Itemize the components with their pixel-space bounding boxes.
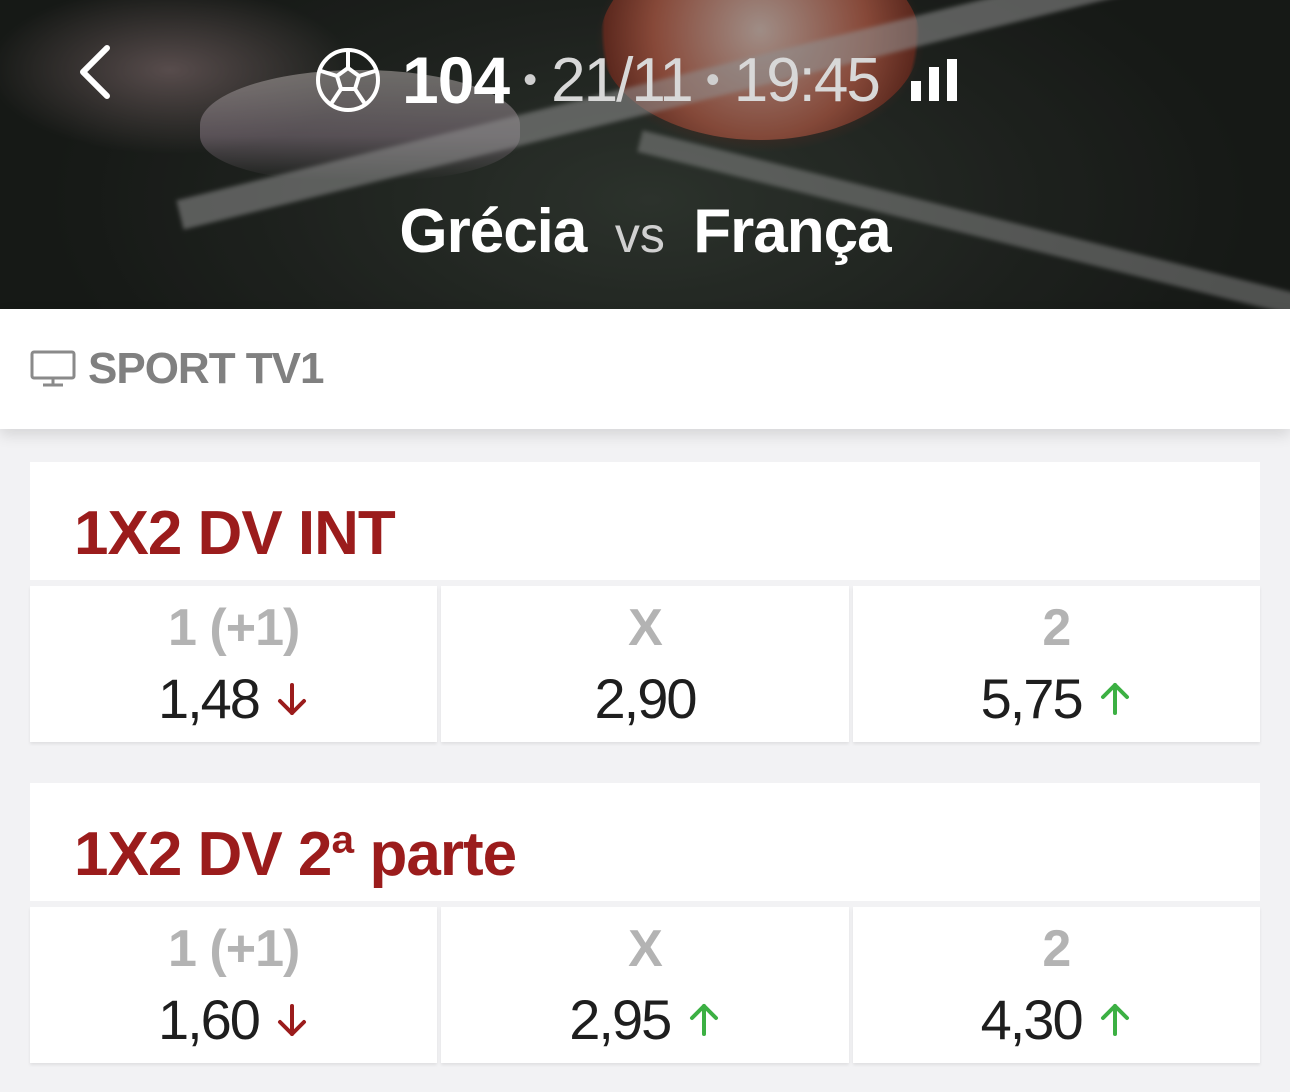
- back-button[interactable]: [70, 40, 120, 104]
- match-header: 104 • 21/11 • 19:45 Grécia vs França: [0, 0, 1290, 309]
- soccer-ball-icon: [316, 48, 380, 112]
- market-title: 1X2 DV 2ª parte: [74, 820, 517, 889]
- chevron-left-icon: [80, 45, 110, 99]
- market-card: 1X2 DV INT 1 (+1) 1,48 X 2,90 2 5,75: [30, 462, 1260, 746]
- arrow-up-icon: [687, 1002, 721, 1038]
- vs-label: vs: [614, 207, 665, 263]
- away-team: França: [693, 197, 891, 266]
- match-time: 19:45: [733, 45, 881, 115]
- odd-value: 2,95: [569, 988, 672, 1051]
- odd-label: 2: [1042, 920, 1071, 978]
- teams: Grécia vs França: [0, 196, 1290, 267]
- odd-button-draw[interactable]: X 2,90: [441, 586, 849, 742]
- match-date: 21/11: [551, 45, 694, 115]
- tv-channel-bar: SPORT TV1: [0, 309, 1290, 429]
- odds-row: 1 (+1) 1,48 X 2,90 2 5,75: [30, 586, 1260, 742]
- odd-value: 1,60: [157, 988, 261, 1051]
- arrow-up-icon: [1098, 681, 1132, 717]
- arrow-down-icon: [275, 681, 309, 717]
- channel-name: SPORT TV1: [88, 344, 324, 393]
- odd-label: 1 (+1): [168, 599, 300, 657]
- separator: •: [705, 57, 720, 102]
- market-header: 1X2 DV 2ª parte: [30, 783, 1260, 901]
- odd-value: 4,30: [980, 988, 1084, 1051]
- tv-icon: [30, 350, 76, 387]
- odd-button-home[interactable]: 1 (+1) 1,60: [30, 907, 438, 1063]
- odd-value: 5,75: [980, 667, 1084, 730]
- arrow-down-icon: [275, 1002, 309, 1038]
- market-header: 1X2 DV INT: [30, 462, 1260, 580]
- market-title: 1X2 DV INT: [74, 499, 396, 568]
- odds-row: 1 (+1) 1,60 X 2,95 2 4,30: [30, 907, 1260, 1063]
- odd-button-away[interactable]: 2 4,30: [852, 907, 1260, 1063]
- odd-label: X: [628, 920, 663, 978]
- arrow-up-icon: [1098, 1002, 1132, 1038]
- odd-label: 2: [1042, 599, 1071, 657]
- market-card: 1X2 DV 2ª parte 1 (+1) 1,60 X 2,95 2 4,3…: [30, 783, 1260, 1067]
- match-info: 104 • 21/11 • 19:45: [314, 40, 961, 120]
- odd-label: X: [628, 599, 663, 657]
- odd-button-away[interactable]: 2 5,75: [852, 586, 1260, 742]
- separator: •: [523, 57, 538, 102]
- odd-value: 1,48: [157, 667, 261, 730]
- match-number: 104: [402, 43, 510, 117]
- odd-label: 1 (+1): [168, 920, 300, 978]
- odd-button-draw[interactable]: X 2,95: [441, 907, 849, 1063]
- odd-value: 2,90: [594, 667, 697, 730]
- stats-bars-icon[interactable]: [909, 57, 961, 103]
- odd-button-home[interactable]: 1 (+1) 1,48: [30, 586, 438, 742]
- home-team: Grécia: [399, 197, 587, 266]
